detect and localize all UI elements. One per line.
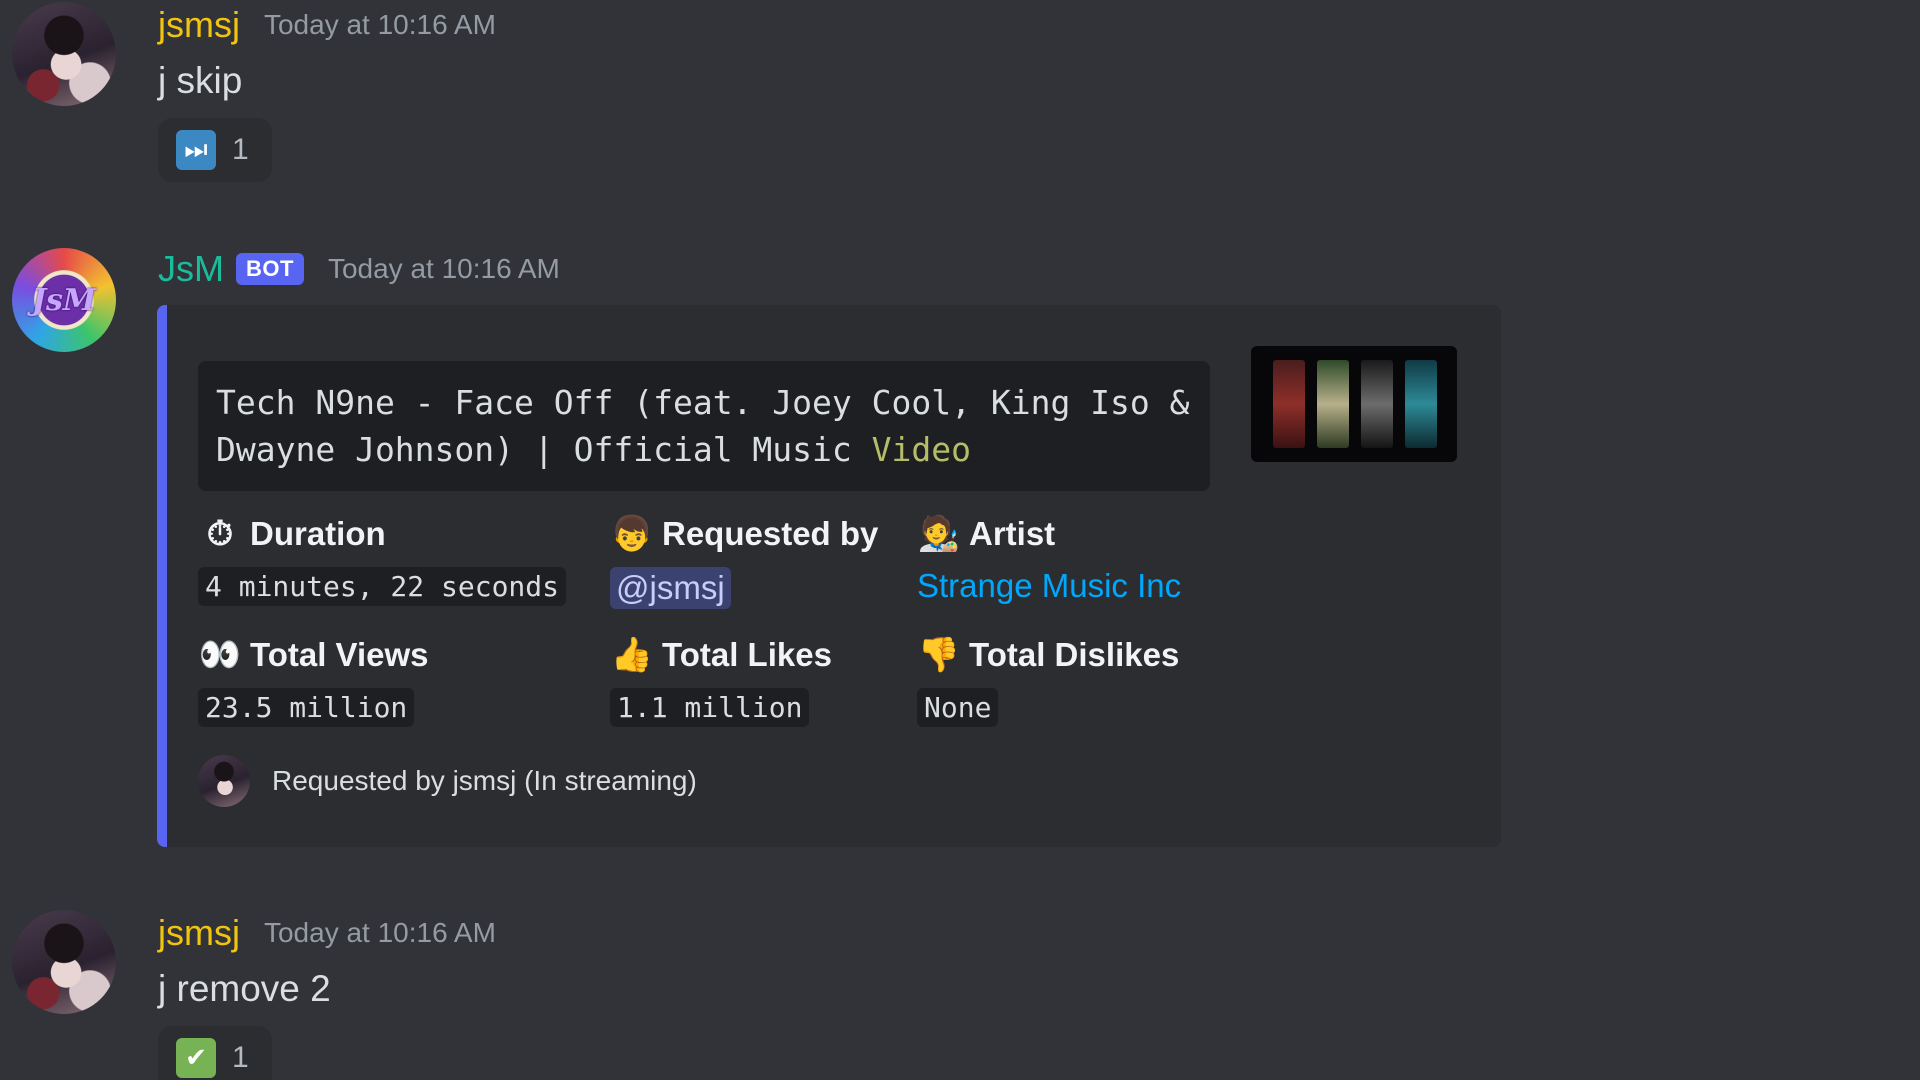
field-total-dislikes: 👎 Total Dislikes None (917, 632, 1179, 727)
music-embed: Tech N9ne - Face Off (feat. Joey Cool, K… (157, 305, 1501, 847)
thumbs-up-icon: 👍 (610, 636, 654, 674)
bot-avatar[interactable]: JsM (12, 248, 116, 352)
message-content: j remove 2 (158, 968, 331, 1009)
footer-avatar (198, 755, 250, 807)
bot-logo-icon: JsM (31, 282, 97, 318)
chat-messages: jsmsj Today at 10:16 AM j skip ⏭ 1 JsM J… (0, 0, 1920, 1080)
username[interactable]: jsmsj (158, 4, 240, 46)
reaction-button[interactable]: ⏭ 1 (158, 118, 272, 182)
song-title-text: Dwayne Johnson) | Official Music (216, 430, 872, 469)
username[interactable]: JsM (158, 248, 224, 290)
user-avatar[interactable] (12, 2, 116, 106)
song-title-codeblock: Tech N9ne - Face Off (feat. Joey Cool, K… (198, 361, 1210, 491)
check-mark-icon: ✔ (176, 1038, 216, 1078)
field-title: Artist (969, 515, 1056, 552)
field-duration: ⏱ Duration 4 minutes, 22 seconds (198, 511, 567, 606)
field-title: Duration (250, 515, 386, 552)
thumbnail-panel (1361, 360, 1393, 448)
thumbs-down-icon: 👎 (917, 636, 961, 674)
field-total-views: 👀 Total Views 23.5 million (198, 632, 429, 727)
thumbnail-panel (1317, 360, 1349, 448)
field-artist: 🧑‍🎨 Artist Strange Music Inc (917, 511, 1181, 605)
field-value: 1.1 million (610, 688, 810, 727)
message-header: jsmsj Today at 10:16 AM (158, 4, 496, 46)
field-value: None (917, 688, 999, 727)
embed-footer: Requested by jsmsj (In streaming) (198, 755, 697, 807)
timestamp: Today at 10:16 AM (263, 9, 496, 40)
eyes-icon: 👀 (198, 636, 242, 674)
message-header: jsmsj Today at 10:16 AM (158, 912, 496, 954)
field-title: Total Likes (662, 636, 832, 673)
field-value: 23.5 million (198, 688, 415, 727)
bot-tag: BOT (236, 253, 304, 285)
user-avatar[interactable] (12, 910, 116, 1014)
next-track-icon: ⏭ (176, 130, 216, 170)
song-title-accent: Video (871, 430, 971, 469)
timestamp: Today at 10:16 AM (263, 917, 496, 948)
thumbnail-panel (1273, 360, 1305, 448)
artist-icon: 🧑‍🎨 (917, 515, 961, 553)
timestamp: Today at 10:16 AM (327, 253, 560, 284)
field-title: Total Dislikes (969, 636, 1180, 673)
username[interactable]: jsmsj (158, 912, 240, 954)
message-header: JsM BOT Today at 10:16 AM (158, 248, 560, 290)
reaction-count: 1 (232, 133, 249, 166)
stopwatch-icon: ⏱ (206, 514, 234, 553)
person-icon: 👦 (610, 515, 654, 553)
song-title-line: Tech N9ne - Face Off (feat. Joey Cool, K… (216, 383, 1190, 422)
field-title: Requested by (662, 515, 879, 552)
video-thumbnail[interactable] (1251, 346, 1457, 462)
field-total-likes: 👍 Total Likes 1.1 million (610, 632, 832, 727)
user-mention[interactable]: @jsmsj (610, 567, 731, 609)
reaction-count: 1 (232, 1041, 249, 1074)
song-title-line: Dwayne Johnson) | Official Music Video (216, 426, 1192, 473)
message-content: j skip (158, 60, 243, 101)
field-requested-by: 👦 Requested by @jsmsj (610, 511, 878, 609)
field-value: 4 minutes, 22 seconds (198, 567, 567, 606)
artist-link[interactable]: Strange Music Inc (917, 567, 1181, 604)
field-title: Total Views (250, 636, 429, 673)
footer-text: Requested by jsmsj (In streaming) (272, 765, 697, 796)
reaction-button[interactable]: ✔ 1 (158, 1026, 272, 1080)
thumbnail-panel (1405, 360, 1437, 448)
